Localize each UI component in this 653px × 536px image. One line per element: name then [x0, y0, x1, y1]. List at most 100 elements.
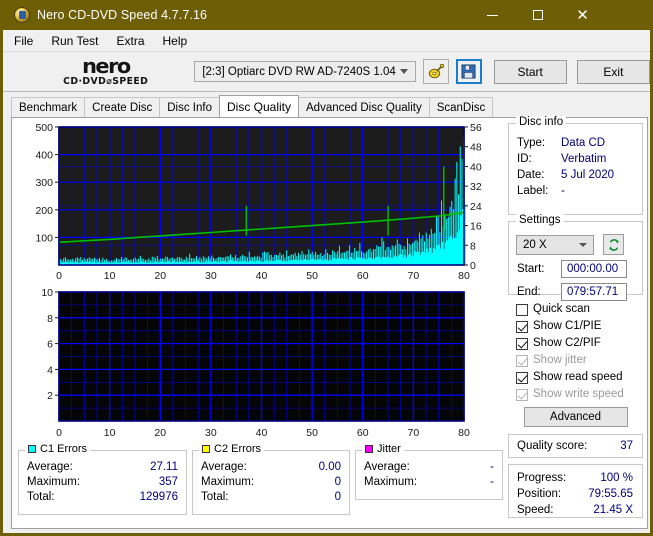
- svg-text:0: 0: [56, 270, 62, 282]
- maximize-button[interactable]: [515, 0, 560, 30]
- disc-date-label: Date:: [517, 169, 545, 181]
- end-field-row: End: 079:57.71: [509, 283, 642, 301]
- minimize-button[interactable]: [470, 0, 515, 30]
- drive-select[interactable]: [2:3] Optiarc DVD RW AD-7240S 1.04: [194, 61, 417, 82]
- svg-text:70: 70: [408, 427, 420, 439]
- disc-tool-button[interactable]: [423, 59, 449, 84]
- speed-value: 21.45 X: [593, 504, 633, 516]
- svg-text:40: 40: [470, 161, 482, 173]
- c1-average-row: Average: 27.11: [19, 460, 186, 475]
- c1-total-value: 129976: [139, 491, 178, 503]
- menu-item-run-test[interactable]: Run Test: [51, 32, 107, 50]
- jitter-color-swatch: [365, 445, 373, 453]
- nero-wordmark: nero: [81, 54, 131, 79]
- c2-errors-group: C2 Errors Average: 0.00 Maximum: 0 Total…: [192, 443, 350, 515]
- progress-value: 100 %: [600, 472, 633, 484]
- tab-create-disc[interactable]: Create Disc: [84, 97, 161, 117]
- c2-maximum-row: Maximum: 0: [193, 475, 349, 490]
- c2-total-row: Total: 0: [193, 490, 349, 505]
- menu-item-file[interactable]: File: [14, 32, 42, 50]
- tab-disc-quality[interactable]: Disc Quality: [219, 95, 300, 117]
- floppy-save-icon: [461, 64, 476, 79]
- svg-text:500: 500: [35, 123, 53, 134]
- disc-date-row: Date: 5 Jul 2020: [509, 167, 642, 183]
- option-show-read-speed[interactable]: Show read speed: [508, 369, 643, 386]
- c2-error-chart: 2 4 6 8 10 0 10 20 30 40 50 60 70 80: [18, 288, 504, 443]
- window-title: Nero CD-DVD Speed 4.7.7.16: [37, 8, 208, 22]
- c1-total-label: Total:: [27, 491, 55, 503]
- disc-type-label: Type:: [517, 137, 546, 149]
- menu-item-extra[interactable]: Extra: [116, 32, 153, 50]
- svg-text:50: 50: [306, 427, 318, 439]
- tab-disc-info[interactable]: Disc Info: [159, 97, 220, 117]
- svg-text:100: 100: [35, 232, 53, 244]
- progress-row: Progress: 100 %: [509, 470, 642, 486]
- app-window: Nero CD-DVD Speed 4.7.7.16 ✕ File Run Te…: [0, 0, 653, 536]
- disc-type-value: Data CD: [561, 137, 606, 149]
- option-show-c1-pie[interactable]: Show C1/PIE: [508, 318, 643, 335]
- start-label: Start:: [517, 263, 545, 275]
- position-value: 79:55.65: [588, 488, 633, 500]
- svg-text:8: 8: [470, 240, 476, 252]
- nero-logo: nero CD·DVD⌀SPEED: [29, 56, 182, 86]
- progress-panel: Progress: 100 % Position: 79:55.65 Speed…: [508, 464, 643, 518]
- disc-label-value: -: [561, 185, 565, 197]
- disc-info-panel: Disc info Type: Data CD ID: Verbatim Dat…: [508, 116, 643, 215]
- maximize-icon: [532, 10, 543, 20]
- show-jitter-checkbox: [516, 354, 528, 367]
- svg-text:80: 80: [458, 270, 470, 282]
- disc-type-row: Type: Data CD: [509, 135, 642, 151]
- c2-average-value: 0.00: [318, 461, 341, 473]
- save-button[interactable]: [455, 59, 482, 84]
- c1-color-swatch: [28, 445, 36, 453]
- c1-errors-group: C1 Errors Average: 27.11 Maximum: 357 To…: [18, 443, 187, 515]
- end-input[interactable]: 079:57.71: [561, 283, 627, 301]
- option-quick-scan[interactable]: Quick scan: [508, 301, 643, 318]
- quality-score-value: 37: [620, 440, 633, 452]
- show-read-speed-checkbox[interactable]: [516, 371, 528, 384]
- c2-color-swatch: [202, 445, 210, 453]
- speed-row-stat: Speed: 21.45 X: [509, 502, 642, 518]
- menu-item-help[interactable]: Help: [163, 32, 197, 50]
- show-write-speed-label: Show write speed: [533, 388, 624, 400]
- disc-date-value: 5 Jul 2020: [561, 169, 615, 181]
- show-c2-pif-checkbox[interactable]: [516, 337, 528, 350]
- c1-maximum-value: 357: [158, 476, 178, 488]
- c2-average-row: Average: 0.00: [193, 460, 349, 475]
- speed-label: Speed:: [517, 504, 554, 516]
- close-icon: ✕: [576, 5, 589, 24]
- show-c1-pie-checkbox[interactable]: [516, 320, 528, 333]
- svg-text:32: 32: [470, 181, 482, 193]
- start-input[interactable]: 000:00.00: [561, 260, 627, 278]
- close-button[interactable]: ✕: [560, 0, 605, 30]
- show-jitter-label: Show jitter: [533, 354, 587, 366]
- jitter-average-row: Average: -: [356, 460, 502, 475]
- option-show-c2-pif[interactable]: Show C2/PIF: [508, 335, 643, 352]
- start-button[interactable]: Start: [493, 59, 567, 84]
- refresh-arrows-icon: [608, 238, 619, 251]
- svg-text:56: 56: [470, 123, 482, 134]
- exit-button[interactable]: Exit: [576, 59, 650, 84]
- svg-text:2: 2: [47, 390, 53, 402]
- advanced-button[interactable]: Advanced: [523, 407, 628, 427]
- jitter-maximum-value: -: [490, 476, 494, 488]
- svg-text:0: 0: [470, 260, 476, 272]
- tab-scandisc[interactable]: ScanDisc: [428, 97, 494, 117]
- c1-maximum-label: Maximum:: [27, 476, 81, 488]
- tab-advanced-disc-quality[interactable]: Advanced Disc Quality: [298, 97, 430, 117]
- minimize-icon: [487, 14, 498, 16]
- settings-panel: Settings 20 X Start: 000:00.00 End: 079:…: [508, 214, 643, 301]
- quick-scan-checkbox[interactable]: [516, 303, 528, 316]
- quick-scan-label: Quick scan: [533, 303, 590, 315]
- svg-text:40: 40: [256, 427, 268, 439]
- option-show-write-speed: Show write speed: [508, 386, 643, 403]
- tab-benchmark[interactable]: Benchmark: [11, 97, 86, 117]
- jitter-title: Jitter: [377, 443, 401, 455]
- position-row: Position: 79:55.65: [509, 486, 642, 502]
- start-field-row: Start: 000:00.00: [509, 260, 642, 278]
- speed-select[interactable]: 20 X: [516, 234, 594, 255]
- settings-legend: Settings: [516, 214, 564, 226]
- refresh-button[interactable]: [603, 234, 624, 255]
- speed-select-value: 20 X: [523, 238, 547, 251]
- toolbar: nero CD·DVD⌀SPEED [2:3] Optiarc DVD RW A…: [3, 52, 650, 92]
